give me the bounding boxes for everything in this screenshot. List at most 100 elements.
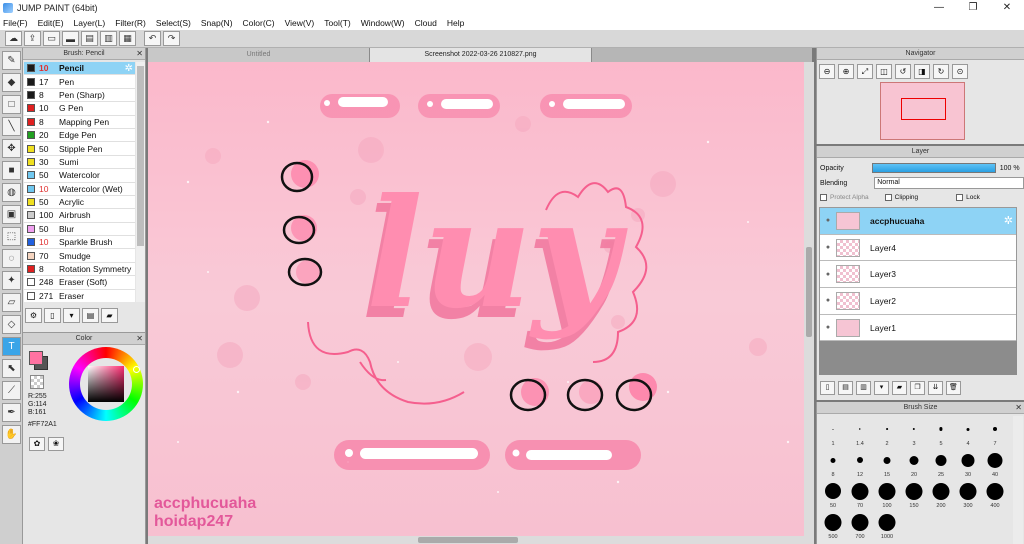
operation-tool-icon[interactable]: ⬉	[2, 359, 21, 378]
brush-size-option[interactable]: 400	[982, 479, 1008, 509]
gradient-tool-icon[interactable]: ▣	[2, 205, 21, 224]
page-icon[interactable]: ▥	[100, 31, 117, 46]
bucket-tool-icon[interactable]: ◍	[2, 183, 21, 202]
tab-screenshot[interactable]: Screenshot 2022-03-26 210827.png	[370, 48, 592, 62]
brush-item[interactable]: 8 Mapping Pen	[24, 116, 135, 129]
zoom-out-icon[interactable]: ⊖	[819, 64, 835, 79]
brush-size-option[interactable]: 500	[820, 510, 846, 540]
duplicate-layer-icon[interactable]: ❐	[910, 381, 925, 395]
navigator-thumbnail[interactable]	[880, 82, 965, 140]
visibility-icon[interactable]: ●	[820, 324, 836, 331]
brush-size-option[interactable]: 40	[982, 448, 1008, 478]
visibility-icon[interactable]: ●	[820, 244, 836, 251]
merge-layer-icon[interactable]: ⇊	[928, 381, 943, 395]
brush-size-option[interactable]: 50	[820, 479, 846, 509]
canvas-horizontal-scrollbar[interactable]	[148, 536, 814, 544]
rectangle-tool-icon[interactable]: □	[2, 95, 21, 114]
eraser-tool-icon[interactable]: ◆	[2, 73, 21, 92]
close-icon[interactable]: ✕	[136, 48, 143, 60]
flip-icon[interactable]: ◨	[914, 64, 930, 79]
new-layer-icon[interactable]: ▯	[820, 381, 835, 395]
lock-checkbox[interactable]	[956, 194, 964, 201]
grid-settings-icon[interactable]: ▦	[119, 31, 136, 46]
close-icon[interactable]: ✕	[136, 333, 143, 345]
layer-folder-icon[interactable]: ▰	[892, 381, 907, 395]
brush-size-option[interactable]: 25	[928, 448, 954, 478]
brush-item[interactable]: 100 Airbrush	[24, 209, 135, 223]
brush-item[interactable]: 10 Sparkle Brush	[24, 236, 135, 250]
fill-rect-tool-icon[interactable]: ■	[2, 161, 21, 180]
layer-settings-icon[interactable]: ✲	[1004, 214, 1013, 227]
monitor-icon[interactable]: ▬	[62, 31, 79, 46]
brush-item[interactable]: 50 Blur	[24, 223, 135, 237]
layer-row[interactable]: ● Layer2	[820, 288, 1016, 315]
opacity-slider[interactable]	[871, 163, 996, 173]
blending-select[interactable]: Normal	[874, 177, 1024, 189]
cloud-icon[interactable]: ☁	[5, 31, 22, 46]
hand-tool-icon[interactable]: ✋	[2, 425, 21, 444]
brush-size-option[interactable]: 12	[847, 448, 873, 478]
document-icon[interactable]: ▤	[81, 31, 98, 46]
clipping-checkbox[interactable]	[884, 194, 892, 201]
color-wheel[interactable]	[69, 347, 143, 421]
brush-list-scrollbar[interactable]	[136, 62, 145, 302]
brush-item[interactable]: 70 Smudge	[24, 249, 135, 263]
menu-help[interactable]: Help	[447, 18, 464, 28]
brush-size-option[interactable]: 70	[847, 479, 873, 509]
fit-icon[interactable]: ⤢	[857, 64, 873, 79]
comment-icon[interactable]: ▭	[43, 31, 60, 46]
brush-item[interactable]: 10 G Pen	[24, 102, 135, 116]
new-layer-8bit-icon[interactable]: ▤	[838, 381, 853, 395]
brush-size-option[interactable]: 100	[874, 479, 900, 509]
brush-size-option[interactable]: 3	[901, 417, 927, 447]
menu-snap[interactable]: Snap(N)	[201, 18, 233, 28]
brush-item[interactable]: 30 Sumi	[24, 156, 135, 170]
palette-edit-icon[interactable]: ❀	[48, 437, 64, 451]
menu-edit[interactable]: Edit(E)	[38, 18, 64, 28]
layer-row[interactable]: ● Layer3	[820, 261, 1016, 289]
move-tool-icon[interactable]: ✥	[2, 139, 21, 158]
brush-size-option[interactable]: 7	[982, 417, 1008, 447]
brush-size-option[interactable]: 30	[955, 448, 981, 478]
brush-size-option[interactable]: 150	[901, 479, 927, 509]
visibility-icon[interactable]: ●	[820, 271, 836, 278]
actual-size-icon[interactable]: ◫	[876, 64, 892, 79]
brush-item[interactable]: 50 Stipple Pen	[24, 142, 135, 156]
palette-icon[interactable]: ✿	[29, 437, 45, 451]
magic-wand-icon[interactable]: ✦	[2, 271, 21, 290]
brush-item[interactable]: 271 Eraser	[24, 290, 135, 302]
maximize-button[interactable]: ❐	[956, 0, 990, 16]
visibility-icon[interactable]: ●	[820, 297, 836, 304]
brush-size-option[interactable]: 4	[955, 417, 981, 447]
brush-size-option[interactable]: 5	[928, 417, 954, 447]
brush-item[interactable]: 8 Rotation Symmetry	[24, 263, 135, 277]
hue-knob[interactable]	[133, 366, 140, 373]
brush-tool-icon[interactable]: ✎	[2, 51, 21, 70]
brush-settings-icon[interactable]: ✲	[125, 63, 133, 74]
brush-size-option[interactable]: 15	[874, 448, 900, 478]
layer-dropdown-icon[interactable]: ▾	[874, 381, 889, 395]
layer-row[interactable]: ● accphucuaha ✲	[820, 208, 1016, 235]
reset-view-icon[interactable]: ⊙	[952, 64, 968, 79]
layer-row[interactable]: ● Layer4	[820, 235, 1016, 262]
select-rect-icon[interactable]: ⬚	[2, 227, 21, 246]
rotate-left-icon[interactable]: ↺	[895, 64, 911, 79]
select-pen-icon[interactable]: ▱	[2, 293, 21, 312]
close-icon[interactable]: ✕	[1015, 402, 1022, 414]
brush-size-option[interactable]: 20	[901, 448, 927, 478]
new-brush-icon[interactable]: ▯	[44, 308, 61, 323]
brush-item[interactable]: 248 Eraser (Soft)	[24, 276, 135, 290]
brush-size-option[interactable]: 300	[955, 479, 981, 509]
menu-select[interactable]: Select(S)	[156, 18, 191, 28]
menu-filter[interactable]: Filter(R)	[115, 18, 146, 28]
transparent-color-swatch[interactable]	[30, 375, 44, 389]
zoom-in-icon[interactable]: ⊕	[838, 64, 854, 79]
canvas-vertical-scrollbar[interactable]	[804, 62, 814, 536]
brush-size-option[interactable]: 1	[820, 417, 846, 447]
canvas-area[interactable]: luy luy accphucuaha hoidap247	[148, 62, 804, 536]
visibility-icon[interactable]: ●	[820, 217, 836, 224]
brush-item[interactable]: 50 Watercolor	[24, 169, 135, 183]
brush-item[interactable]: 10 Watercolor (Wet)	[24, 183, 135, 196]
brush-size-option[interactable]: 1.4	[847, 417, 873, 447]
eyedropper-icon[interactable]: ⟋	[2, 381, 21, 400]
